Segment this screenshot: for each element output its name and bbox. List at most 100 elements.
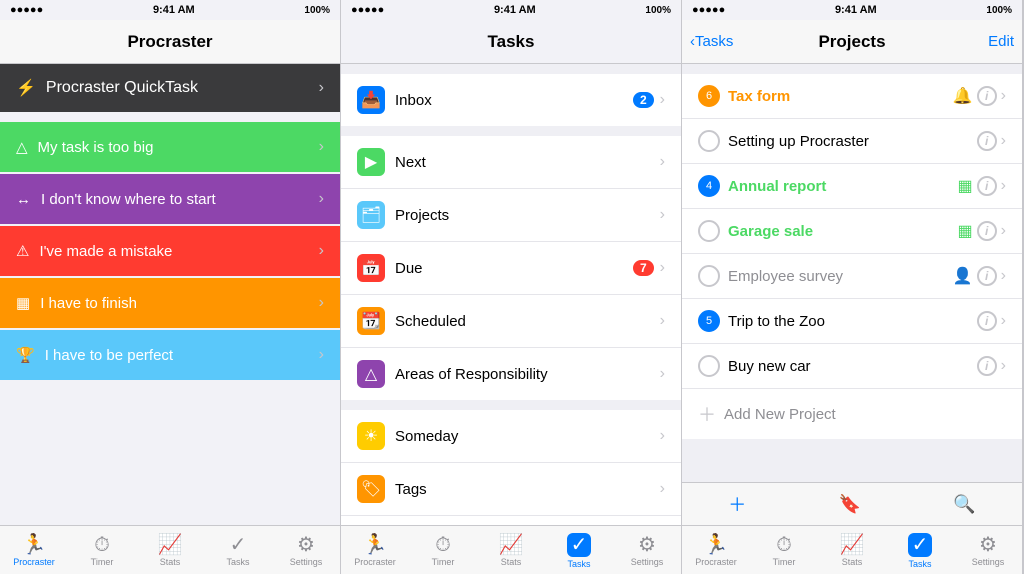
battery-1: 100%: [304, 5, 330, 16]
chevron-3: ›: [319, 294, 324, 312]
tags-icon: 🏷: [357, 475, 385, 503]
tab-bar-1: 🏃 Procraster ⏱ Timer 📈 Stats ✓ Tasks ⚙ S…: [0, 525, 340, 574]
proj-name-zoo: Trip to the Zoo: [728, 313, 825, 330]
nav-bar-2: Tasks: [341, 20, 681, 64]
tab-settings-1[interactable]: ⚙ Settings: [272, 530, 340, 572]
p3-search-icon[interactable]: 🔍: [953, 494, 975, 515]
proj-name-survey: Employee survey: [728, 268, 843, 285]
p3-nav-title: Projects: [818, 32, 885, 52]
project-row-setup[interactable]: Setting up Procraster i ›: [682, 119, 1022, 164]
info-icon-annual[interactable]: i: [977, 176, 997, 196]
tab-label-procraster-1: Procraster: [13, 557, 55, 567]
tab-timer-1[interactable]: ⏱ Timer: [68, 530, 136, 572]
row-due[interactable]: 📅 Due 7 ›: [341, 242, 681, 295]
proj-num-setup: [698, 130, 720, 152]
tab-tasks-3[interactable]: ✓ Tasks: [886, 530, 954, 572]
tab-settings-2[interactable]: ⚙ Settings: [613, 530, 681, 572]
project-row-garage[interactable]: Garage sale ▦ i ›: [682, 209, 1022, 254]
tab-label-p2-timer: Timer: [432, 557, 455, 567]
add-new-project-row[interactable]: ＋ Add New Project: [682, 389, 1022, 439]
tab-procraster-3[interactable]: 🏃 Procraster: [682, 530, 750, 572]
menu-item-dont-know[interactable]: ↔ I don't know where to start ›: [0, 174, 340, 224]
tab-stats-1[interactable]: 📈 Stats: [136, 530, 204, 572]
section-misc: ☀ Someday › 🏷 Tags › 🔍 Search ›: [341, 410, 681, 525]
alarm-icon: 🔔: [953, 86, 973, 106]
next-icon: ▶: [357, 148, 385, 176]
menu-icon-2: ⚠: [16, 242, 29, 260]
info-icon-tax[interactable]: i: [977, 86, 997, 106]
row-scheduled[interactable]: 📆 Scheduled ›: [341, 295, 681, 348]
tab-icon-p2-stats: 📈: [499, 535, 524, 555]
scheduled-chevron: ›: [660, 312, 665, 330]
section-inbox: 📥 Inbox 2 ›: [341, 74, 681, 126]
time-1: 9:41 AM: [153, 4, 195, 16]
back-button[interactable]: ‹ Tasks: [690, 33, 733, 50]
tab-icon-settings-1: ⚙: [297, 535, 315, 555]
row-areas[interactable]: △ Areas of Responsibility ›: [341, 348, 681, 400]
row-next[interactable]: ▶ Next ›: [341, 136, 681, 189]
proj-name-annual: Annual report: [728, 178, 826, 195]
info-icon-zoo[interactable]: i: [977, 311, 997, 331]
tab-stats-3[interactable]: 📈 Stats: [818, 530, 886, 572]
tab-settings-3[interactable]: ⚙ Settings: [954, 530, 1022, 572]
menu-item-finish[interactable]: ▦ I have to finish ›: [0, 278, 340, 328]
p3-content: 6 Tax form 🔔 i › Setting up Procraster i…: [682, 64, 1022, 482]
p3-add-icon[interactable]: ＋: [728, 491, 746, 517]
tab-procraster-2[interactable]: 🏃 Procraster: [341, 530, 409, 572]
menu-item-too-big[interactable]: △ My task is too big ›: [0, 122, 340, 172]
quick-task-section: ⚡ Procraster QuickTask ›: [0, 64, 340, 112]
project-row-car[interactable]: Buy new car i ›: [682, 344, 1022, 389]
menu-label-4: I have to be perfect: [45, 347, 173, 364]
row-someday[interactable]: ☀ Someday ›: [341, 410, 681, 463]
battery-2: 100%: [645, 5, 671, 16]
menu-item-perfect[interactable]: 🏆 I have to be perfect ›: [0, 330, 340, 380]
row-search[interactable]: 🔍 Search ›: [341, 516, 681, 525]
tab-procraster-1[interactable]: 🏃 Procraster: [0, 530, 68, 572]
menu-icon-3: ▦: [16, 294, 30, 312]
tab-label-timer-1: Timer: [91, 557, 114, 567]
row-tags[interactable]: 🏷 Tags ›: [341, 463, 681, 516]
tab-tasks-2[interactable]: ✓ Tasks: [545, 530, 613, 572]
tab-icon-p2-tasks: ✓: [567, 533, 592, 557]
battery-3: 100%: [986, 5, 1012, 16]
info-icon-setup[interactable]: i: [977, 131, 997, 151]
proj-name-tax: Tax form: [728, 88, 790, 105]
row-projects[interactable]: 🗂 Projects ›: [341, 189, 681, 242]
chevron-setup: ›: [1001, 132, 1006, 150]
row-inbox[interactable]: 📥 Inbox 2 ›: [341, 74, 681, 126]
p2-content: 📥 Inbox 2 › ▶ Next › 🗂: [341, 64, 681, 525]
tab-label-p2-tasks: Tasks: [567, 559, 590, 569]
tab-icon-stats-1: 📈: [158, 535, 183, 555]
grid-icon-annual: ▦: [958, 176, 973, 196]
section-main-nav: ▶ Next › 🗂 Projects › 📅 Due 7: [341, 136, 681, 400]
nav-bar-1: Procraster: [0, 20, 340, 64]
tab-label-settings-1: Settings: [290, 557, 323, 567]
tab-timer-3[interactable]: ⏱ Timer: [750, 530, 818, 572]
menu-item-mistake[interactable]: ⚠ I've made a mistake ›: [0, 226, 340, 276]
quick-task-row[interactable]: ⚡ Procraster QuickTask ›: [0, 64, 340, 112]
tab-stats-2[interactable]: 📈 Stats: [477, 530, 545, 572]
someday-icon: ☀: [357, 422, 385, 450]
project-row-annual[interactable]: 4 Annual report ▦ i ›: [682, 164, 1022, 209]
proj-name-garage: Garage sale: [728, 223, 813, 240]
project-row-zoo[interactable]: 5 Trip to the Zoo i ›: [682, 299, 1022, 344]
info-icon-car[interactable]: i: [977, 356, 997, 376]
p3-share-icon[interactable]: 🔖: [839, 494, 861, 515]
tab-label-p3-timer: Timer: [773, 557, 796, 567]
tab-tasks-1[interactable]: ✓ Tasks: [204, 530, 272, 572]
tab-icon-p3-procraster: 🏃: [704, 535, 729, 555]
info-icon-garage[interactable]: i: [977, 221, 997, 241]
edit-button[interactable]: Edit: [988, 33, 1014, 50]
chevron-survey: ›: [1001, 267, 1006, 285]
back-label: Tasks: [695, 33, 733, 50]
info-icon-survey[interactable]: i: [977, 266, 997, 286]
due-badge: 7: [633, 260, 654, 276]
grid-icon-garage: ▦: [958, 221, 973, 241]
signal-2: ●●●●●: [351, 4, 384, 16]
tab-timer-2[interactable]: ⏱ Timer: [409, 530, 477, 572]
p3-bottom-bar: ＋ 🔖 🔍: [682, 482, 1022, 525]
project-row-tax-form[interactable]: 6 Tax form 🔔 i ›: [682, 74, 1022, 119]
project-row-survey[interactable]: Employee survey 👤 i ›: [682, 254, 1022, 299]
signal-3: ●●●●●: [692, 4, 725, 16]
tags-label: Tags: [395, 481, 427, 498]
